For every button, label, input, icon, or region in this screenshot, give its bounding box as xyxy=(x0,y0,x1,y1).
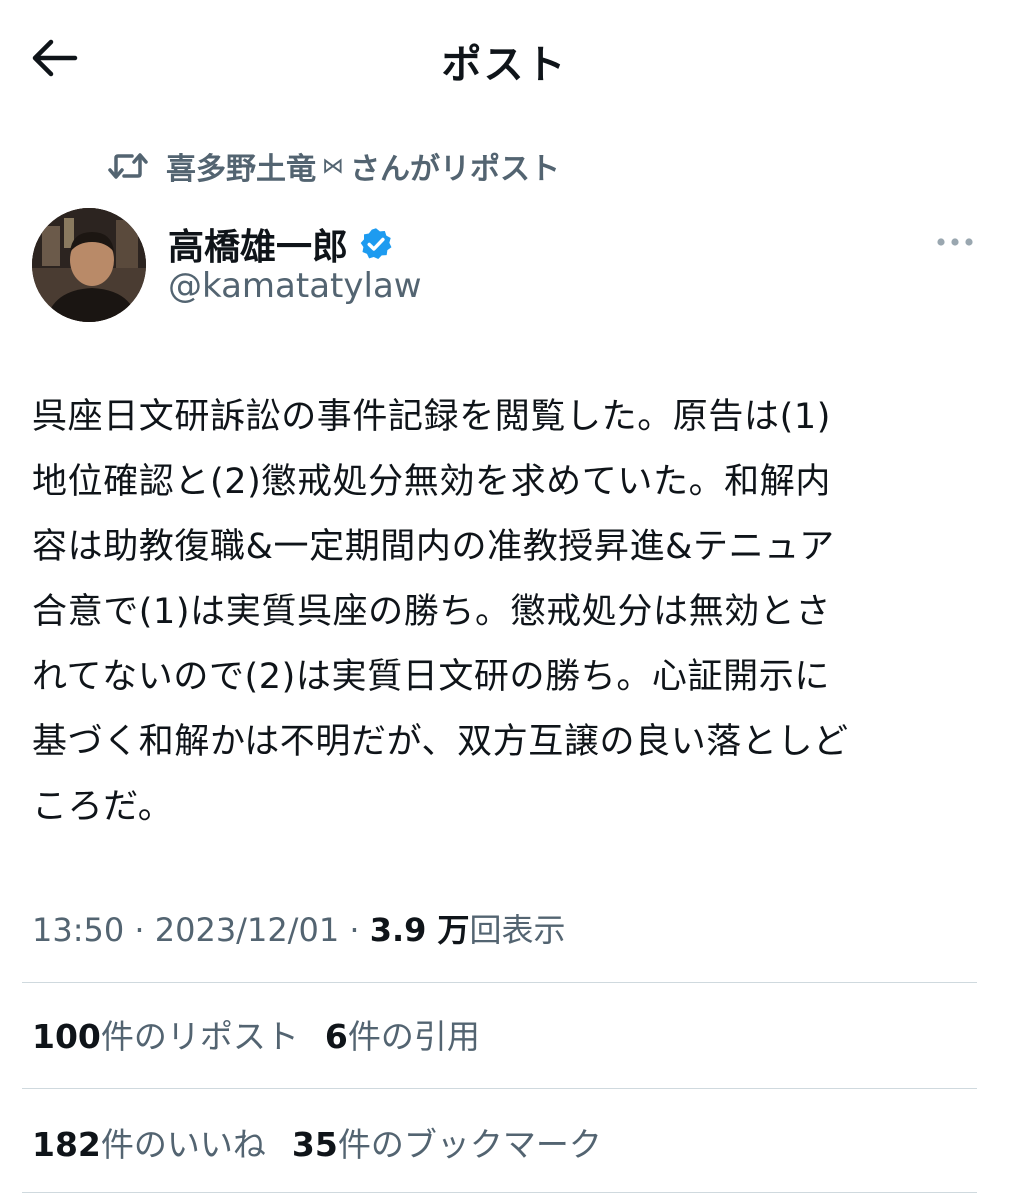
likes-label: 件のいいね xyxy=(100,1125,266,1164)
avatar-photo xyxy=(32,208,146,322)
tweet-time[interactable]: 13:50 xyxy=(32,911,124,949)
author-name: 高橋雄一郎 xyxy=(168,227,349,268)
divider xyxy=(22,1192,977,1193)
views-count: 3.9 万 xyxy=(369,911,470,949)
stats-row-likes: 182件のいいね 35件のブックマーク xyxy=(32,1118,628,1166)
more-options-button[interactable] xyxy=(930,224,980,260)
meta-separator: · xyxy=(339,911,370,949)
tweet-meta: 13:50 · 2023/12/01 · 3.9 万回表示 xyxy=(32,905,566,951)
likes-stat[interactable]: 182件のいいね xyxy=(32,1118,266,1166)
bookmarks-label: 件のブックマーク xyxy=(337,1125,602,1164)
repost-user-name: 喜多野土竜 xyxy=(166,152,316,187)
quotes-label: 件の引用 xyxy=(347,1017,480,1056)
stats-row-reposts: 100件のリポスト 6件の引用 xyxy=(32,1010,506,1058)
author-handle[interactable]: @kamatatylaw xyxy=(168,266,422,306)
reposts-stat[interactable]: 100件のリポスト xyxy=(32,1010,299,1058)
bookmarks-stat[interactable]: 35件のブックマーク xyxy=(292,1118,602,1166)
views-label: 回表示 xyxy=(469,911,566,949)
repost-user-symbol: ⋈ xyxy=(322,153,344,179)
page-title: ポスト xyxy=(441,42,568,88)
repost-icon xyxy=(108,150,148,182)
verified-badge-icon xyxy=(358,226,394,262)
avatar[interactable] xyxy=(32,208,146,322)
tweet-text: 呉座日文研訴訟の事件記録を閲覧した。原告は(1) 地位確認と(2)懲戒処分無効を… xyxy=(32,397,849,827)
repost-suffix: さんがリポスト xyxy=(350,152,560,187)
repost-context[interactable]: 喜多野土竜 ⋈ さんがリポスト xyxy=(108,144,560,188)
author-name-row[interactable]: 高橋雄一郎 xyxy=(168,218,394,270)
bookmarks-count: 35 xyxy=(291,1125,338,1164)
quotes-stat[interactable]: 6件の引用 xyxy=(325,1010,480,1058)
likes-count: 182 xyxy=(32,1125,101,1164)
top-bar: ポスト xyxy=(0,0,1009,120)
more-dots-icon xyxy=(935,233,975,252)
divider xyxy=(22,982,977,983)
tweet-date[interactable]: 2023/12/01 xyxy=(155,911,339,949)
divider xyxy=(22,1088,977,1089)
reposts-label: 件のリポスト xyxy=(100,1017,299,1056)
meta-separator: · xyxy=(124,911,155,949)
quotes-count: 6 xyxy=(324,1017,348,1056)
reposts-count: 100 xyxy=(32,1017,101,1056)
